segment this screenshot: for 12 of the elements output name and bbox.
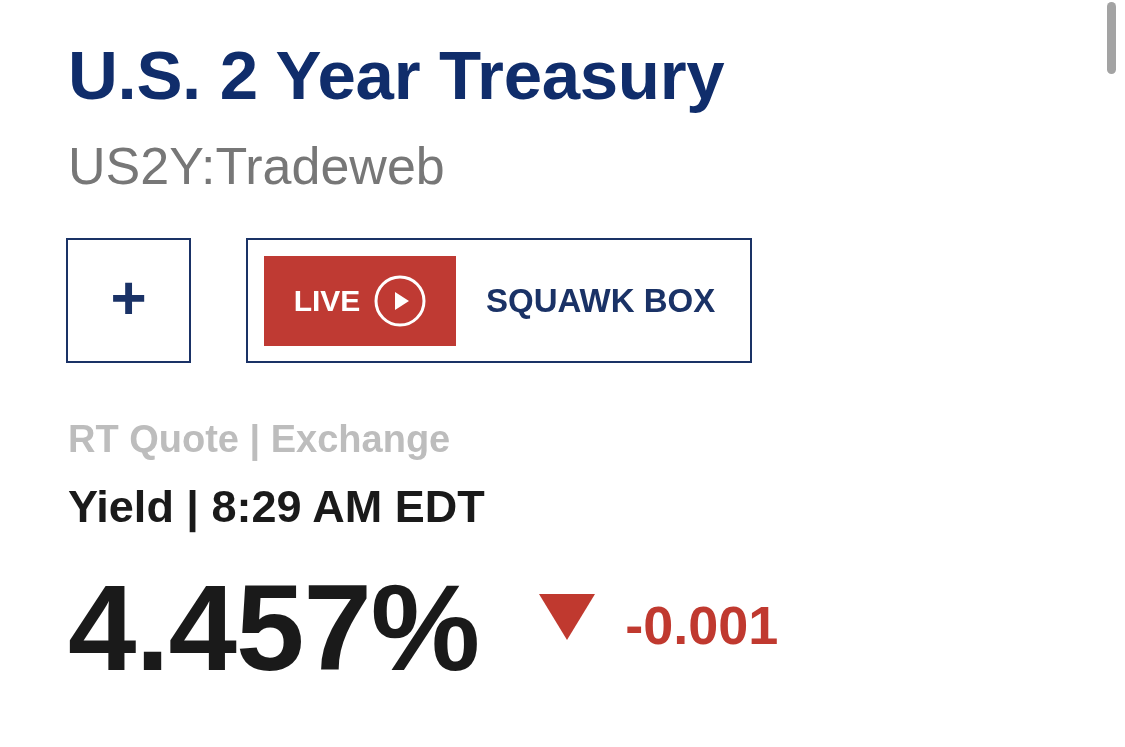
scrollbar-thumb (1107, 2, 1116, 74)
yield-change: -0.001 (625, 595, 779, 655)
quote-source: RT Quote | Exchange (68, 417, 451, 461)
show-name: SQUAWK BOX (486, 281, 716, 320)
live-label: LIVE (293, 283, 361, 318)
live-stream-button[interactable]: LIVE SQUAWK BOX (246, 238, 752, 363)
ticker-symbol: US2Y:Tradeweb (68, 136, 445, 196)
quote-time: Yield | 8:29 AM EDT (68, 481, 485, 533)
yield-value: 4.457% (68, 571, 480, 684)
page-title: U.S. 2 Year Treasury (68, 36, 725, 116)
add-button[interactable]: + (66, 238, 191, 363)
play-icon (374, 274, 427, 327)
